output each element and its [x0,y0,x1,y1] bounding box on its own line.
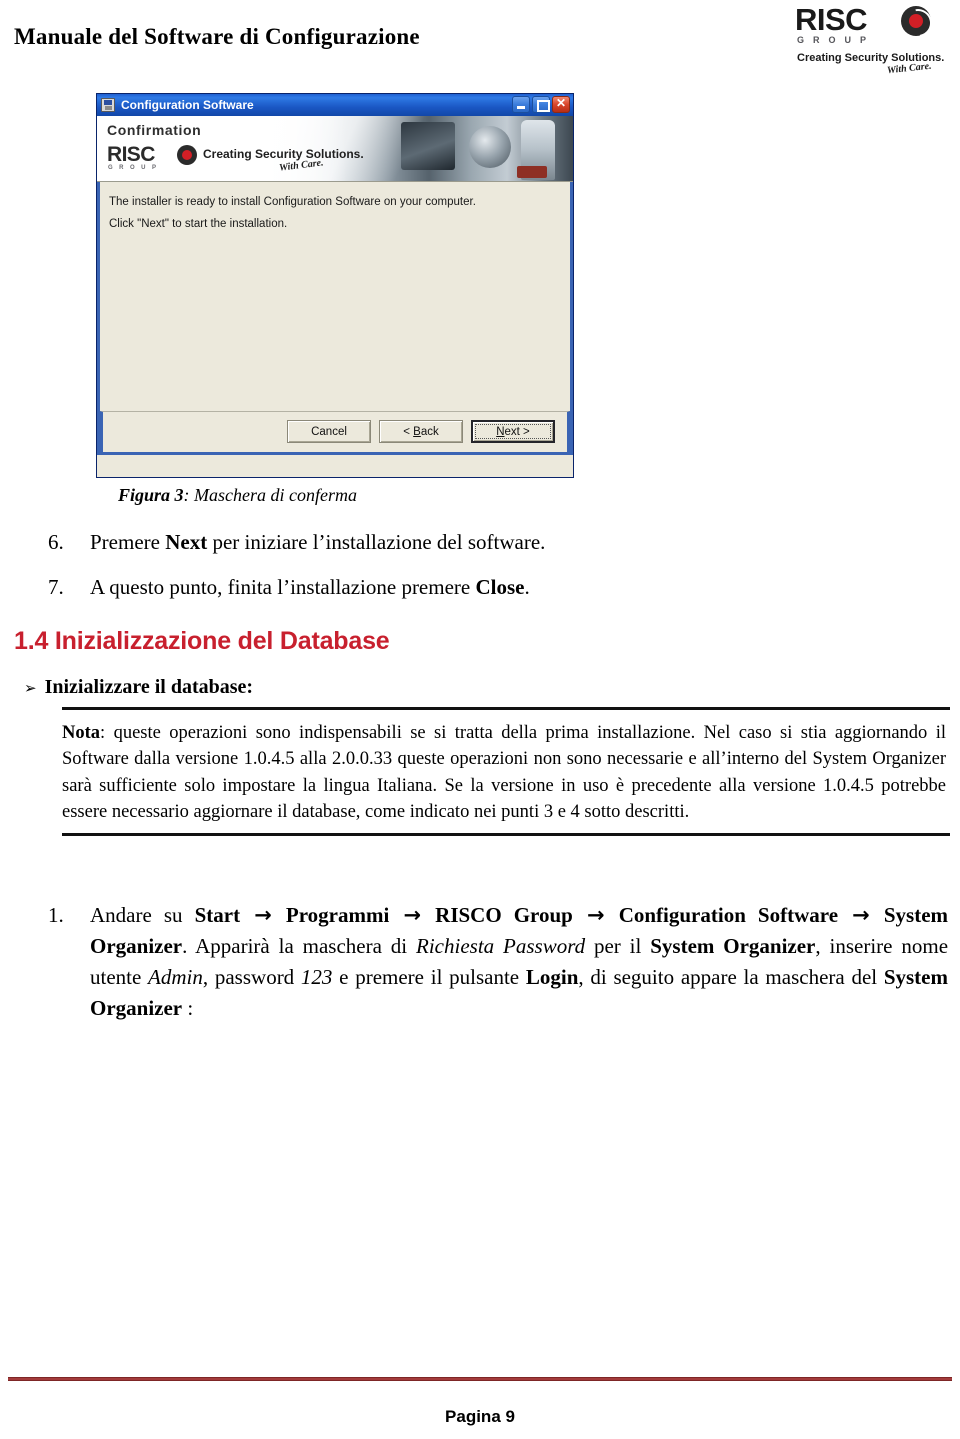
back-button[interactable]: < Back [379,420,463,443]
list-item-1-text: Andare su Start → Programmi → RISCO Grou… [90,903,949,1021]
next-button[interactable]: Next > [471,420,555,443]
dialog-titlebar: Configuration Software [97,94,573,116]
list-item-1-final: 1. Andare su Start → Programmi → RISCO G… [48,900,948,1024]
login-keyword: Login [525,965,579,990]
banner-risco-tagline: Creating Security Solutions. [203,147,364,161]
list-item-7-text: A questo punto, finita l’installazione p… [90,575,530,599]
figure-caption-text: Maschera di conferma [194,485,357,505]
dialog-buttons: Cancel < Back Next > [287,420,555,443]
page-footer: Pagina 9 [0,1377,960,1427]
nota-paragraph: Nota: queste operazioni sono indispensab… [62,720,950,825]
installer-dialog-screenshot: Configuration Software Confirmation RISC… [96,93,574,478]
figure-caption-label: Figura 3 [118,485,184,505]
dialog-body: The installer is ready to install Config… [97,182,573,455]
list-item-7: 7. A questo punto, finita l’installazion… [48,575,908,601]
risco-group-logo: RISC GROUP Creating Security Solutions. … [795,4,955,76]
nota-label: Nota [62,723,101,743]
installer-next-hint-text: Click "Next" to start the installation. [109,218,288,230]
installer-package-icon [101,98,115,112]
arrow-right-icon-4: → [838,903,884,927]
start-keyword: Start [194,903,241,927]
cancel-button-label: Cancel [311,425,347,438]
close-icon[interactable] [552,96,570,113]
figure-caption: Figura 3: Maschera di conferma [118,485,357,506]
password-value: 123 [300,965,333,990]
arrow-right-icon-2: → [389,903,436,927]
risco-group-text: GROUP [797,35,876,45]
section-heading: 1.4 Inizializzazione del Database [14,627,390,655]
window-controls [512,96,570,113]
list-item-6-text: Premere Next per iniziare l’installazion… [90,530,546,554]
banner-technician-figure [517,120,555,180]
banner-risco-swirl-icon [177,145,197,165]
system-organizer-keyword-2: System Organizer [650,934,816,959]
footer-divider [8,1377,952,1381]
banner-risco-group-text: GROUP [108,165,163,171]
programmi-keyword: Programmi [285,903,390,927]
page-title: Manuale del Software di Configurazione [14,24,420,49]
banner-risco-wordmark: RISC [107,143,155,166]
section-bullet: ➢ Inizializzare il database: [24,676,253,699]
list-item-6: 6. Premere Next per iniziare l’installaz… [48,530,908,556]
nota-block: Nota: queste operazioni sono indispensab… [62,707,950,837]
configuration-software-keyword: Configuration Software [618,903,839,927]
arrow-right-icon-1: → [240,903,286,927]
dialog-button-bar: Cancel < Back Next > [100,411,570,455]
arrow-right-icon-3: → [572,903,619,927]
arrow-bullet-icon: ➢ [24,679,37,697]
list-item-1-marker: 1. [48,903,64,927]
section-bullet-label: Inizializzare il database: [44,676,254,698]
risco-wordmark: RISC [795,2,868,37]
admin-username-value: Admin [148,965,203,990]
dialog-banner: Confirmation RISC GROUP Creating Securit… [97,116,573,182]
figure-caption-separator: : [183,485,195,505]
back-button-label: < Back [403,425,439,438]
banner-risco-logo: RISC GROUP Creating Security Solutions. … [107,143,364,178]
banner-heading: Confirmation [107,122,202,138]
maximize-icon[interactable] [532,96,550,113]
list-item-7-keyword: Close [475,575,525,599]
minimize-icon[interactable] [512,96,530,113]
risco-group-keyword: RISCO Group [435,903,573,927]
list-item-7-marker: 7. [48,575,64,599]
nota-body: : queste operazioni sono indispensabili … [62,723,946,822]
list-item-6-marker: 6. [48,530,64,554]
page-number: Pagina 9 [445,1407,515,1426]
page-header: Manuale del Software di Configurazione R… [0,0,960,88]
list-item-6-keyword: Next [165,530,208,554]
richiesta-password-term: Richiesta Password [416,934,586,959]
dialog-title: Configuration Software [121,98,254,112]
cancel-button[interactable]: Cancel [287,420,371,443]
next-button-focus-outline [475,424,551,439]
installer-ready-text: The installer is ready to install Config… [109,196,476,208]
risco-swirl-icon [901,6,931,36]
